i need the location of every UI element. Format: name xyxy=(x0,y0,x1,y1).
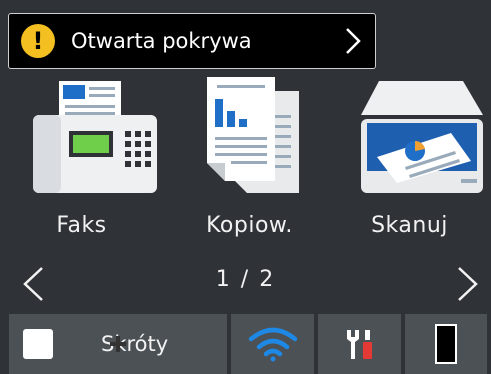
alert-message: Otwarta pokrywa xyxy=(71,29,252,53)
scan-button[interactable]: Skanuj xyxy=(328,73,491,263)
chevron-right-icon[interactable] xyxy=(455,265,481,303)
wifi-button[interactable] xyxy=(231,314,314,374)
copy-button[interactable]: Kopiow. xyxy=(168,73,331,263)
chevron-right-icon xyxy=(346,28,361,54)
toner-icon xyxy=(435,324,457,364)
wifi-icon xyxy=(248,327,297,362)
scan-label: Skanuj xyxy=(371,213,448,238)
fax-icon xyxy=(32,81,157,193)
scan-icon xyxy=(360,81,483,193)
printer-home-screen: ! Otwarta pokrywa Faks Kopiow. Skanuj 1 … xyxy=(0,0,491,374)
status-alert-bar[interactable]: ! Otwarta pokrywa xyxy=(8,13,376,69)
warning-icon: ! xyxy=(21,24,55,58)
page-indicator: 1 / 2 xyxy=(215,267,276,292)
bottom-toolbar: Skróty xyxy=(0,314,491,374)
copy-label: Kopiow. xyxy=(206,213,293,238)
settings-tools-icon xyxy=(346,330,372,359)
toner-button[interactable] xyxy=(405,314,487,374)
shortcuts-button[interactable]: Skróty xyxy=(9,314,227,374)
fax-label: Faks xyxy=(56,213,107,238)
copy-icon xyxy=(206,77,299,193)
plus-icon xyxy=(23,329,126,359)
fax-button[interactable]: Faks xyxy=(0,73,163,263)
settings-button[interactable] xyxy=(318,314,401,374)
